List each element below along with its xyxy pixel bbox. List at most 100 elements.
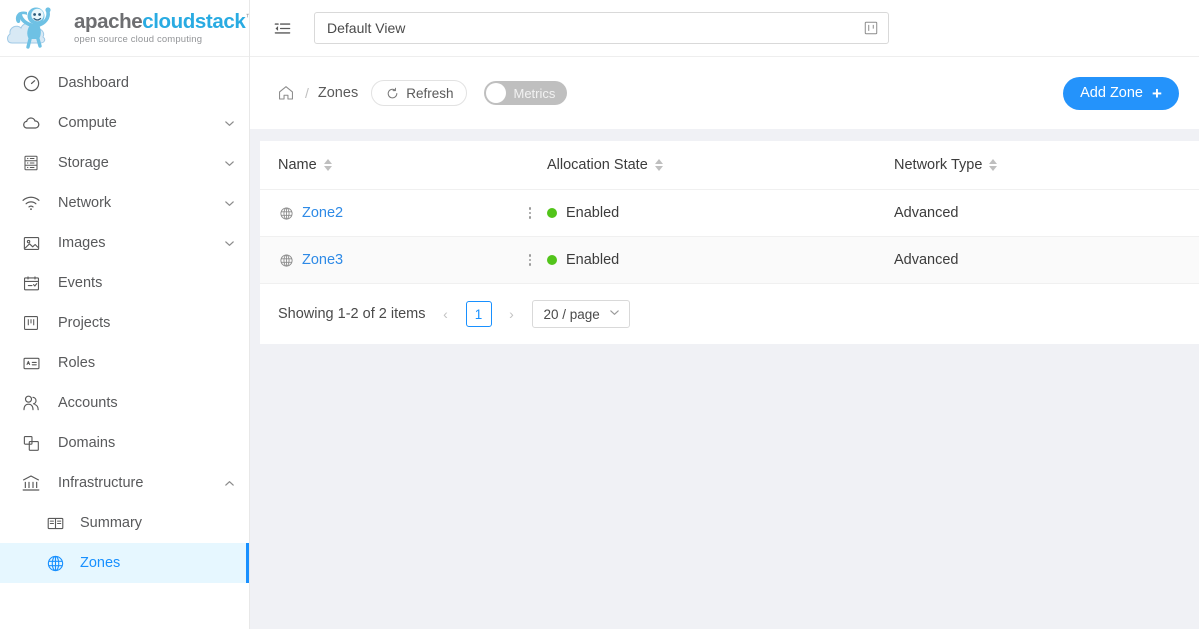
- sidebar-item-summary[interactable]: Summary: [0, 503, 249, 543]
- chevron-down-icon: [223, 237, 235, 249]
- calendar-check-icon: [20, 272, 42, 294]
- pagination-next-button[interactable]: ›: [502, 306, 522, 322]
- sidebar-item-accounts[interactable]: Accounts: [0, 383, 249, 423]
- sidebar-item-compute[interactable]: Compute: [0, 103, 249, 143]
- more-vertical-icon[interactable]: [521, 207, 539, 219]
- sort-icon[interactable]: [655, 159, 663, 171]
- brand-title: apachecloudstack™: [74, 11, 250, 33]
- brand-tagline: open source cloud computing: [74, 34, 250, 45]
- refresh-button[interactable]: Refresh: [371, 80, 467, 106]
- globe-icon: [278, 252, 294, 268]
- cell-allocation-state: Enabled: [547, 237, 894, 284]
- table-row[interactable]: Zone2 Enabled A: [260, 190, 1199, 237]
- project-icon: [20, 312, 42, 334]
- storage-icon: [20, 152, 42, 174]
- book-icon: [44, 512, 66, 534]
- brand-wordmark: apachecloudstack™ open source cloud comp…: [72, 11, 250, 45]
- status-badge: [547, 208, 557, 218]
- app-root: apachecloudstack™ open source cloud comp…: [0, 0, 1199, 629]
- cell-name: Zone3: [260, 237, 547, 284]
- breadcrumb-current: Zones: [318, 85, 358, 101]
- zone-link[interactable]: Zone3: [302, 252, 343, 268]
- main-area: Default View / Zones Refresh: [250, 0, 1199, 629]
- menu-fold-icon[interactable]: [268, 14, 296, 42]
- sidebar-item-label: Events: [58, 275, 235, 291]
- column-header-allocation-state[interactable]: Allocation State: [547, 141, 894, 190]
- metrics-toggle-knob: [486, 83, 506, 103]
- sidebar-item-label: Projects: [58, 315, 235, 331]
- page-size-label: 20 / page: [544, 307, 600, 322]
- breadcrumb: / Zones Refresh Metrics: [276, 80, 567, 106]
- refresh-button-label: Refresh: [406, 86, 453, 101]
- sidebar-item-label: Infrastructure: [58, 475, 223, 491]
- chevron-down-icon: [223, 157, 235, 169]
- sidebar-item-network[interactable]: Network: [0, 183, 249, 223]
- home-icon[interactable]: [276, 83, 296, 103]
- breadcrumb-separator: /: [305, 85, 309, 101]
- zone-link[interactable]: Zone2: [302, 205, 343, 221]
- sidebar-item-label: Roles: [58, 355, 235, 371]
- view-select-value: Default View: [327, 20, 862, 36]
- sidebar-item-storage[interactable]: Storage: [0, 143, 249, 183]
- table-header-row: Name Allocation State: [260, 141, 1199, 190]
- page-size-select[interactable]: 20 / page: [532, 300, 630, 328]
- column-header-label: Network Type: [894, 157, 982, 173]
- sidebar-item-label: Summary: [80, 515, 235, 531]
- dashboard-icon: [20, 72, 42, 94]
- pagination-prev-button[interactable]: ‹: [436, 306, 456, 322]
- more-vertical-icon[interactable]: [521, 254, 539, 266]
- globe-icon: [44, 552, 66, 574]
- column-header-network-type[interactable]: Network Type: [894, 141, 1199, 190]
- project-icon[interactable]: [862, 19, 880, 37]
- cloud-icon: [20, 112, 42, 134]
- chevron-up-icon: [223, 477, 235, 489]
- sidebar-item-label: Zones: [80, 555, 235, 571]
- sidebar-item-label: Images: [58, 235, 223, 251]
- sidebar-item-roles[interactable]: Roles: [0, 343, 249, 383]
- cloudstack-monkey-logo-icon: [6, 3, 72, 53]
- wifi-icon: [20, 192, 42, 214]
- view-select[interactable]: Default View: [314, 12, 889, 44]
- sort-icon[interactable]: [989, 159, 997, 171]
- add-zone-button[interactable]: Add Zone +: [1063, 77, 1179, 110]
- image-icon: [20, 232, 42, 254]
- sidebar-item-infrastructure[interactable]: Infrastructure: [0, 463, 249, 503]
- status-label: Enabled: [566, 252, 619, 268]
- sidebar-item-label: Domains: [58, 435, 235, 451]
- metrics-toggle-label: Metrics: [506, 86, 565, 101]
- sidebar-item-projects[interactable]: Projects: [0, 303, 249, 343]
- brand-title-apache: apache: [74, 10, 142, 33]
- sidebar-item-events[interactable]: Events: [0, 263, 249, 303]
- chevron-down-icon: [609, 307, 620, 321]
- bank-icon: [20, 472, 42, 494]
- sidebar-nav: Dashboard Compute Storage: [0, 57, 249, 629]
- metrics-toggle[interactable]: Metrics: [484, 81, 567, 105]
- id-card-icon: [20, 352, 42, 374]
- breadcrumb-bar: / Zones Refresh Metrics Add Zone +: [250, 57, 1199, 129]
- sort-icon[interactable]: [324, 159, 332, 171]
- chevron-down-icon: [223, 197, 235, 209]
- column-header-name[interactable]: Name: [260, 141, 547, 190]
- sidebar-item-images[interactable]: Images: [0, 223, 249, 263]
- sidebar-item-zones[interactable]: Zones: [0, 543, 249, 583]
- cell-name: Zone2: [260, 190, 547, 237]
- sidebar-item-dashboard[interactable]: Dashboard: [0, 63, 249, 103]
- sidebar-item-domains[interactable]: Domains: [0, 423, 249, 463]
- column-header-label: Allocation State: [547, 157, 648, 173]
- status-label: Enabled: [566, 205, 619, 221]
- zones-table-head: Name Allocation State: [260, 141, 1199, 190]
- brand-logo[interactable]: apachecloudstack™ open source cloud comp…: [0, 0, 249, 57]
- pagination-page-1[interactable]: 1: [466, 301, 492, 327]
- users-icon: [20, 392, 42, 414]
- add-zone-button-label: Add Zone: [1080, 85, 1143, 101]
- sidebar-item-label: Storage: [58, 155, 223, 171]
- content-area: Name Allocation State: [250, 129, 1199, 629]
- sidebar-item-label: Accounts: [58, 395, 235, 411]
- sidebar-item-label: Dashboard: [58, 75, 235, 91]
- plus-icon: +: [1152, 85, 1162, 102]
- column-header-label: Name: [278, 157, 317, 173]
- blocks-icon: [20, 432, 42, 454]
- table-row[interactable]: Zone3 Enabled A: [260, 237, 1199, 284]
- globe-icon: [278, 205, 294, 221]
- sidebar-item-label: Compute: [58, 115, 223, 131]
